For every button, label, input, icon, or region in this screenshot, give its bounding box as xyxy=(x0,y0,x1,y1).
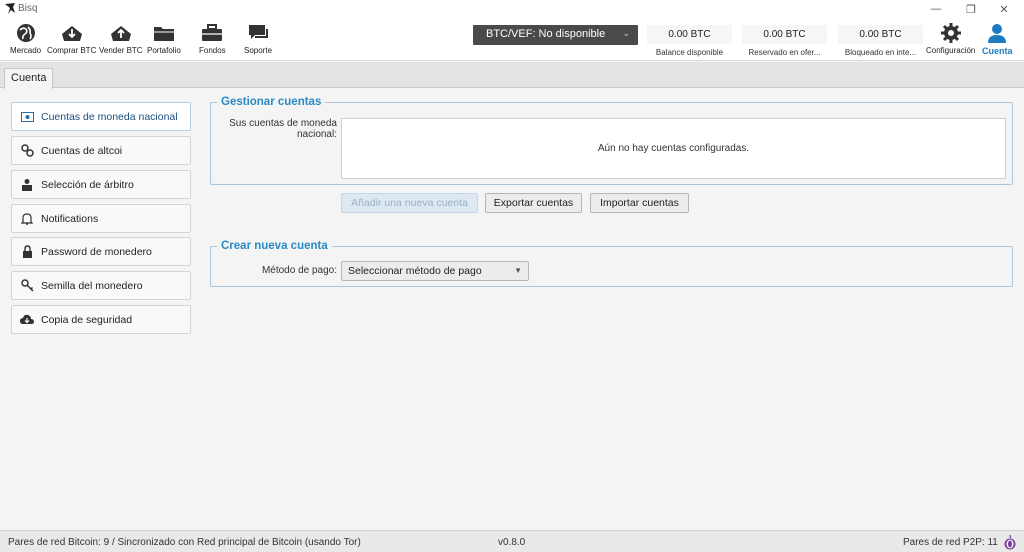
import-accounts-button[interactable]: Importar cuentas xyxy=(590,193,689,213)
gear-icon xyxy=(940,23,961,43)
chevron-down-icon: ▼ xyxy=(514,266,522,275)
bell-icon xyxy=(20,212,34,226)
version-label: v0.8.0 xyxy=(498,537,526,548)
payment-method-select[interactable]: Seleccionar método de pago ▼ xyxy=(341,261,529,281)
status-bar: Pares de red Bitcoin: 9 / Sincronizado c… xyxy=(0,530,1024,552)
payment-method-label: Método de pago: xyxy=(261,265,337,276)
add-account-button[interactable]: Añadir una nueva cuenta xyxy=(341,193,478,213)
balance-label: Bloqueado en inte... xyxy=(844,48,917,57)
nav-label: Fondos xyxy=(199,46,226,55)
balance-value: 0.00 BTC xyxy=(647,25,732,44)
balance-reserved: 0.00 BTC Reservado en ofer... xyxy=(742,25,827,57)
key-icon xyxy=(20,279,34,293)
sidebar-item-wallet-seed[interactable]: Semilla del monedero xyxy=(11,271,191,300)
main-toolbar: Mercado Comprar BTC Vender BTC Portafoli… xyxy=(0,18,1024,61)
nav-soporte[interactable]: Soporte xyxy=(244,22,272,55)
window-title: Bisq xyxy=(18,3,38,14)
market-price-select[interactable]: BTC/VEF: No disponible ⌄ xyxy=(473,25,638,45)
nav-label: Cuenta xyxy=(982,46,1013,56)
lock-icon xyxy=(20,245,34,259)
group-title: Gestionar cuentas xyxy=(217,96,326,108)
user-icon xyxy=(988,24,1007,43)
nav-cuenta[interactable]: Cuenta xyxy=(982,22,1013,56)
chat-icon xyxy=(249,25,269,39)
sidebar-item-label: Password de monedero xyxy=(41,245,152,258)
arbitrator-icon xyxy=(20,178,34,192)
nav-comprar[interactable]: Comprar BTC xyxy=(47,22,96,55)
sidebar-item-label: Copia de seguridad xyxy=(41,313,133,326)
tab-strip: Cuenta xyxy=(0,62,1024,89)
accounts-label: Sus cuentas de moneda nacional: xyxy=(229,118,337,140)
sidebar-item-altcoin-accounts[interactable]: Cuentas de altcoi xyxy=(11,136,191,165)
nav-label: Soporte xyxy=(244,46,273,55)
nav-label: Portafolio xyxy=(147,46,181,55)
sidebar-item-label: Cuentas de altcoi xyxy=(41,144,123,157)
globe-icon xyxy=(16,24,35,42)
minimize-button[interactable]: — xyxy=(920,0,952,18)
chevron-down-icon: ⌄ xyxy=(622,28,630,38)
nav-label: Mercado xyxy=(10,46,42,55)
sell-btc-icon xyxy=(110,26,131,41)
export-accounts-button[interactable]: Exportar cuentas xyxy=(485,193,582,213)
nav-fondos[interactable]: Fondos xyxy=(199,22,226,55)
balance-value: 0.00 BTC xyxy=(838,25,923,44)
sidebar-item-label: Cuentas de moneda nacional xyxy=(41,110,178,123)
tab-cuenta[interactable]: Cuenta xyxy=(4,68,54,89)
link-icon xyxy=(20,144,34,158)
folder-icon xyxy=(153,27,174,41)
cloud-download-icon xyxy=(20,313,34,327)
restore-button[interactable]: ❐ xyxy=(955,0,987,18)
banknote-icon xyxy=(20,110,34,124)
bitcoin-network-status: Pares de red Bitcoin: 9 / Sincronizado c… xyxy=(8,537,361,548)
sidebar-item-wallet-password[interactable]: Password de monedero xyxy=(11,237,191,266)
close-button[interactable]: ✕ xyxy=(988,0,1020,18)
nav-label: Comprar BTC xyxy=(47,46,97,55)
balance-value: 0.00 BTC xyxy=(742,25,827,44)
balance-label: Reservado en ofer... xyxy=(748,48,821,57)
sidebar-item-label: Semilla del monedero xyxy=(41,279,143,292)
balance-label: Balance disponible xyxy=(655,48,724,57)
nav-label: Configuración xyxy=(926,46,976,55)
nav-vender[interactable]: Vender BTC xyxy=(99,22,143,55)
nav-configuracion[interactable]: Configuración xyxy=(926,22,975,55)
p2p-peers-status: Pares de red P2P: 11 xyxy=(903,537,998,548)
sidebar-item-backup[interactable]: Copia de seguridad xyxy=(11,305,191,334)
tor-onion-icon xyxy=(1004,534,1016,550)
manage-accounts-group: Gestionar cuentas Sus cuentas de moneda … xyxy=(210,96,1013,185)
nav-label: Vender BTC xyxy=(99,46,143,55)
sidebar-item-arbitrator[interactable]: Selección de árbitro xyxy=(11,170,191,199)
nav-portafolio[interactable]: Portafolio xyxy=(147,22,181,55)
nav-mercado[interactable]: Mercado xyxy=(10,22,41,55)
payment-method-value: Seleccionar método de pago xyxy=(348,265,482,277)
bisq-logo-icon xyxy=(5,3,15,14)
sidebar-item-fiat-accounts[interactable]: Cuentas de moneda nacional xyxy=(11,102,191,131)
sidebar-item-label: Selección de árbitro xyxy=(41,178,134,191)
balance-available: 0.00 BTC Balance disponible xyxy=(647,25,732,57)
empty-accounts-text: Aún no hay cuentas configuradas. xyxy=(597,143,750,154)
create-account-group: Crear nueva cuenta Método de pago: Selec… xyxy=(210,240,1013,287)
briefcase-icon xyxy=(202,24,223,41)
sidebar-item-label: Notifications xyxy=(41,212,99,225)
balance-locked: 0.00 BTC Bloqueado en inte... xyxy=(838,25,923,57)
accounts-list[interactable]: Aún no hay cuentas configuradas. xyxy=(341,118,1006,179)
group-title: Crear nueva cuenta xyxy=(217,240,332,252)
sidebar-item-notifications[interactable]: Notifications xyxy=(11,204,191,233)
buy-btc-icon xyxy=(61,26,82,41)
market-price-label: BTC/VEF: No disponible xyxy=(486,28,606,40)
title-bar: Bisq — ❐ ✕ xyxy=(0,0,1024,18)
